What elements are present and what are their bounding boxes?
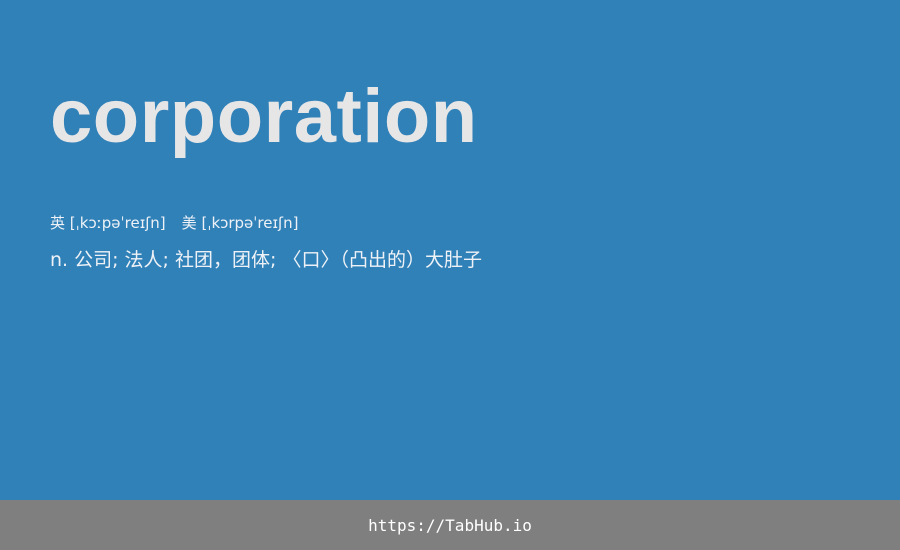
tabhub-link[interactable]: https://TabHub.io bbox=[368, 516, 532, 535]
headword: corporation bbox=[50, 74, 478, 159]
definition: n. 公司; 法人; 社团，团体; 〈口〉（凸出的）大肚子 bbox=[50, 249, 482, 271]
uk-label: 英 bbox=[50, 214, 66, 232]
footer-bar: https://TabHub.io bbox=[0, 500, 900, 550]
us-label: 美 bbox=[181, 214, 197, 232]
phonetics-row: 英 [ˌkɔːpəˈreɪʃn] 美 [ˌkɔrpəˈreɪʃn] bbox=[50, 212, 298, 234]
word-card: corporation 英 [ˌkɔːpəˈreɪʃn] 美 [ˌkɔrpəˈre… bbox=[0, 0, 900, 500]
uk-pronunciation: [ˌkɔːpəˈreɪʃn] bbox=[69, 214, 166, 232]
us-pronunciation: [ˌkɔrpəˈreɪʃn] bbox=[201, 214, 299, 232]
